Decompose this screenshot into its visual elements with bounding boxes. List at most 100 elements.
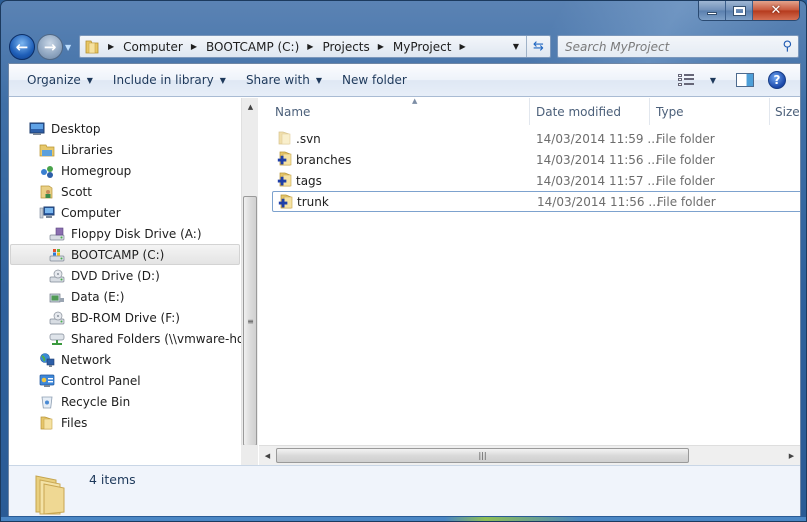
scroll-left-button[interactable]: ◀: [259, 446, 276, 465]
nav-item-label: BD-ROM Drive (F:): [71, 310, 180, 325]
nav-item-recycle-bin[interactable]: Recycle Bin: [39, 391, 130, 412]
share-with-button[interactable]: Share with ▼: [236, 64, 332, 96]
file-date-modified: 14/03/2014 11:57 ...: [536, 173, 659, 188]
close-button[interactable]: ✕: [753, 1, 799, 20]
arrow-up-icon: ▲: [247, 102, 254, 111]
nav-item-bootcamp-c[interactable]: BOOTCAMP (C:): [10, 244, 240, 265]
grip-icon: ≡: [247, 316, 254, 326]
nav-item-label: Network: [61, 352, 112, 367]
chevron-right-icon[interactable]: ▶: [378, 42, 384, 51]
scroll-up-button[interactable]: ▲: [242, 98, 259, 115]
breadcrumb-myproject[interactable]: MyProject ▶: [393, 36, 475, 57]
search-input[interactable]: [565, 39, 765, 54]
nav-item-label: Floppy Disk Drive (A:): [71, 226, 202, 241]
file-name: branches: [296, 152, 352, 167]
windows-drive-icon: [49, 247, 65, 263]
organize-button[interactable]: Organize ▼: [9, 64, 103, 96]
column-header-date-modified[interactable]: Date modified: [536, 98, 621, 125]
scroll-right-button[interactable]: ▶: [783, 446, 800, 465]
nav-item-homegroup[interactable]: Homegroup: [39, 160, 131, 181]
change-view-button[interactable]: [670, 74, 702, 86]
chevron-right-icon[interactable]: ▶: [459, 42, 465, 51]
view-options-dropdown[interactable]: ▼: [702, 76, 724, 85]
file-list: Name ▲ Date modified Type Size .svn 14/03/…: [259, 98, 800, 465]
nav-item-computer[interactable]: Computer: [39, 202, 121, 223]
sort-ascending-icon: ▲: [412, 98, 418, 105]
file-row[interactable]: .svn 14/03/2014 11:59 ... File folder: [272, 128, 800, 149]
nav-item-network[interactable]: Network: [39, 349, 111, 370]
nav-item-desktop[interactable]: Desktop: [29, 118, 101, 139]
refresh-icon: ⇆: [533, 39, 544, 54]
breadcrumb-root-chevron[interactable]: ▶: [100, 36, 123, 57]
file-list-horizontal-scrollbar[interactable]: ◀ ||| ▶: [259, 445, 800, 465]
column-divider[interactable]: [529, 98, 530, 125]
nav-item-floppy-disk-drive-a[interactable]: Floppy Disk Drive (A:): [49, 223, 202, 244]
chevron-right-icon[interactable]: ▶: [307, 42, 313, 51]
recent-pages-dropdown[interactable]: ▼: [65, 43, 71, 52]
file-type: File folder: [656, 131, 715, 146]
computer-icon: [39, 205, 55, 221]
floppy-drive-icon: [49, 226, 65, 242]
navigation-pane-scrollbar[interactable]: ▲ ≡ ▼: [241, 98, 258, 465]
search-icon[interactable]: ⚲: [782, 39, 792, 54]
nav-item-label: Homegroup: [61, 163, 132, 178]
address-bar[interactable]: ▶ Computer ▶ BOOTCAMP (C:) ▶ Projects ▶ MyP…: [79, 35, 551, 58]
back-button[interactable]: ←: [9, 34, 35, 60]
file-row[interactable]: branches 14/03/2014 11:56 ... File folder: [272, 149, 800, 170]
breadcrumb-bootcamp[interactable]: BOOTCAMP (C:) ▶: [206, 36, 322, 57]
chevron-right-icon: ▶: [108, 42, 115, 51]
nav-item-data-e[interactable]: Data (E:): [49, 286, 124, 307]
toolbar-right: ▼ ?: [670, 64, 800, 96]
nav-item-control-panel[interactable]: Control Panel: [39, 370, 141, 391]
new-folder-label: New folder: [342, 73, 407, 87]
nav-item-scott[interactable]: Scott: [39, 181, 92, 202]
svn-folder-icon: [277, 151, 293, 170]
user-folder-icon: [39, 184, 55, 200]
navigation-buttons: ← → ▼: [9, 34, 71, 60]
network-icon: [39, 352, 55, 368]
column-header-name[interactable]: Name ▲: [275, 98, 417, 125]
preview-pane-icon[interactable]: [736, 73, 754, 87]
nav-item-bd-rom-drive-f[interactable]: BD-ROM Drive (F:): [49, 307, 180, 328]
file-row[interactable]: trunk 14/03/2014 11:56 ... File folder: [272, 191, 800, 212]
breadcrumb-computer[interactable]: Computer ▶: [123, 36, 206, 57]
nav-item-dvd-drive-d[interactable]: DVD Drive (D:): [49, 265, 160, 286]
desktop-icon: [29, 121, 45, 137]
include-in-library-button[interactable]: Include in library ▼: [103, 64, 236, 96]
file-type: File folder: [657, 194, 716, 209]
minimize-button[interactable]: [699, 1, 726, 20]
scrollbar-thumb[interactable]: ≡: [243, 196, 257, 446]
libraries-icon: [39, 142, 55, 158]
maximize-button[interactable]: [726, 1, 753, 20]
homegroup-icon: [39, 163, 55, 179]
column-label: Size: [775, 104, 800, 119]
file-row[interactable]: tags 14/03/2014 11:57 ... File folder: [272, 170, 800, 191]
help-label: ?: [773, 73, 781, 87]
arrow-left-icon: ◀: [264, 451, 271, 460]
new-folder-button[interactable]: New folder: [332, 64, 417, 96]
refresh-button[interactable]: ⇆: [526, 36, 550, 57]
help-icon[interactable]: ?: [768, 71, 786, 89]
file-date-modified: 14/03/2014 11:59 ...: [536, 131, 659, 146]
nav-item-label: Recycle Bin: [61, 394, 131, 409]
scrollbar-thumb[interactable]: |||: [276, 448, 689, 463]
nav-item-shared-folders-vmware-host[interactable]: Shared Folders (\\vmware-host): [49, 328, 241, 349]
column-divider[interactable]: [769, 98, 770, 125]
address-history-dropdown[interactable]: ▼: [508, 36, 524, 57]
nav-item-files[interactable]: Files: [39, 412, 87, 433]
details-pane: 4 items: [9, 465, 800, 516]
column-header-type[interactable]: Type: [656, 98, 684, 125]
forward-button[interactable]: →: [37, 34, 63, 60]
share-with-label: Share with: [245, 73, 310, 87]
maximize-icon: [732, 5, 746, 16]
arrow-right-icon: ▶: [788, 451, 795, 460]
breadcrumb-projects[interactable]: Projects ▶: [322, 36, 392, 57]
file-name: tags: [296, 173, 322, 188]
nav-item-label: Computer: [61, 205, 121, 220]
minimize-icon: [707, 12, 717, 15]
column-divider[interactable]: [649, 98, 650, 125]
chevron-right-icon[interactable]: ▶: [191, 42, 197, 51]
nav-item-libraries[interactable]: Libraries: [39, 139, 113, 160]
folder-icon: [39, 415, 55, 431]
column-header-size[interactable]: Size: [775, 98, 800, 125]
